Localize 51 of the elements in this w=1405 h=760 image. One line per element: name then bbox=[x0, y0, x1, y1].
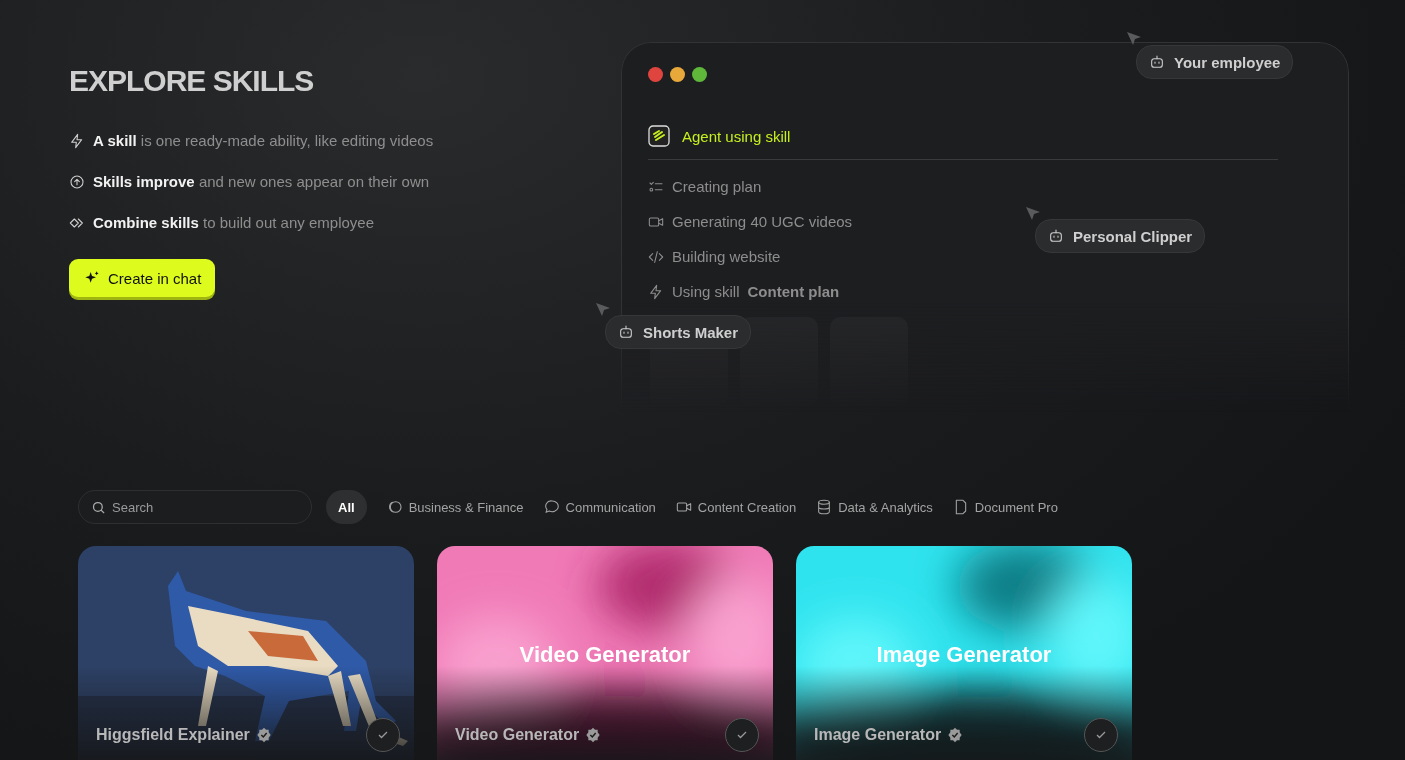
arrow-up-circle-icon bbox=[69, 173, 85, 190]
lightning-icon bbox=[69, 132, 85, 149]
feature-text: Combine skills to build out any employee bbox=[93, 214, 374, 231]
coin-icon bbox=[386, 499, 403, 515]
create-in-chat-button[interactable]: Create in chat bbox=[69, 259, 216, 297]
cursor-icon bbox=[1025, 206, 1041, 222]
maximize-dot bbox=[692, 67, 707, 82]
close-dot bbox=[648, 67, 663, 82]
search-field[interactable]: Search bbox=[78, 490, 312, 524]
robot-icon bbox=[618, 324, 634, 340]
cursor-icon bbox=[1126, 31, 1142, 47]
skill-name: Content plan bbox=[747, 283, 840, 300]
skill-card[interactable]: Higgsfield Explainer bbox=[78, 546, 414, 760]
category-tab[interactable]: All bbox=[326, 490, 367, 524]
agent-tag: Your employee bbox=[1136, 45, 1294, 79]
search-icon bbox=[91, 500, 106, 515]
check-icon bbox=[736, 729, 748, 741]
category-tab[interactable]: Communication bbox=[543, 490, 656, 524]
agent-status: Agent using skill bbox=[682, 127, 791, 145]
step-label: Creating plan bbox=[672, 178, 762, 195]
cover-title: Video Generator bbox=[518, 642, 692, 668]
skill-name: Video Generator bbox=[455, 726, 580, 744]
skill-name: Image Generator bbox=[814, 726, 942, 744]
step-label: Building website bbox=[672, 248, 781, 265]
skill-name: Higgsfield Explainer bbox=[96, 726, 250, 744]
robot-icon bbox=[1048, 228, 1064, 244]
lightning-icon bbox=[648, 283, 664, 300]
step-label: Generating 40 UGC videos bbox=[672, 213, 853, 230]
check-icon bbox=[1095, 729, 1107, 741]
agent-tag: Shorts Maker bbox=[605, 315, 752, 349]
agent-tag: Personal Clipper bbox=[1035, 219, 1206, 253]
skill-badge-icon bbox=[648, 125, 670, 147]
feature-text: A skill is one ready-made ability, like editing videos bbox=[93, 132, 434, 149]
robot-icon bbox=[1149, 54, 1165, 70]
skill-card[interactable]: Image Generator Image Generator bbox=[796, 546, 1132, 760]
category-tab[interactable]: Content Creation bbox=[675, 490, 797, 524]
check-icon bbox=[377, 729, 389, 741]
cover-title: Image Generator bbox=[875, 642, 1053, 668]
category-tab[interactable]: Data & Analytics bbox=[816, 490, 933, 524]
cursor-icon bbox=[595, 302, 611, 318]
database-icon bbox=[816, 499, 833, 515]
code-icon bbox=[648, 248, 664, 265]
category-tab[interactable]: Business & Finance bbox=[386, 490, 524, 524]
skill-card[interactable]: Video Generator Video Generator bbox=[437, 546, 773, 760]
chat-bubble-icon bbox=[543, 499, 560, 515]
page-title: EXPLORE SKILLS bbox=[69, 64, 315, 98]
step-label: Using skill bbox=[672, 283, 740, 300]
feature-text: Skills improve and new ones appear on their own bbox=[93, 173, 430, 190]
minimize-dot bbox=[670, 67, 685, 82]
category-tab[interactable]: Document Pro bbox=[952, 490, 1058, 524]
video-camera-icon bbox=[675, 499, 692, 515]
